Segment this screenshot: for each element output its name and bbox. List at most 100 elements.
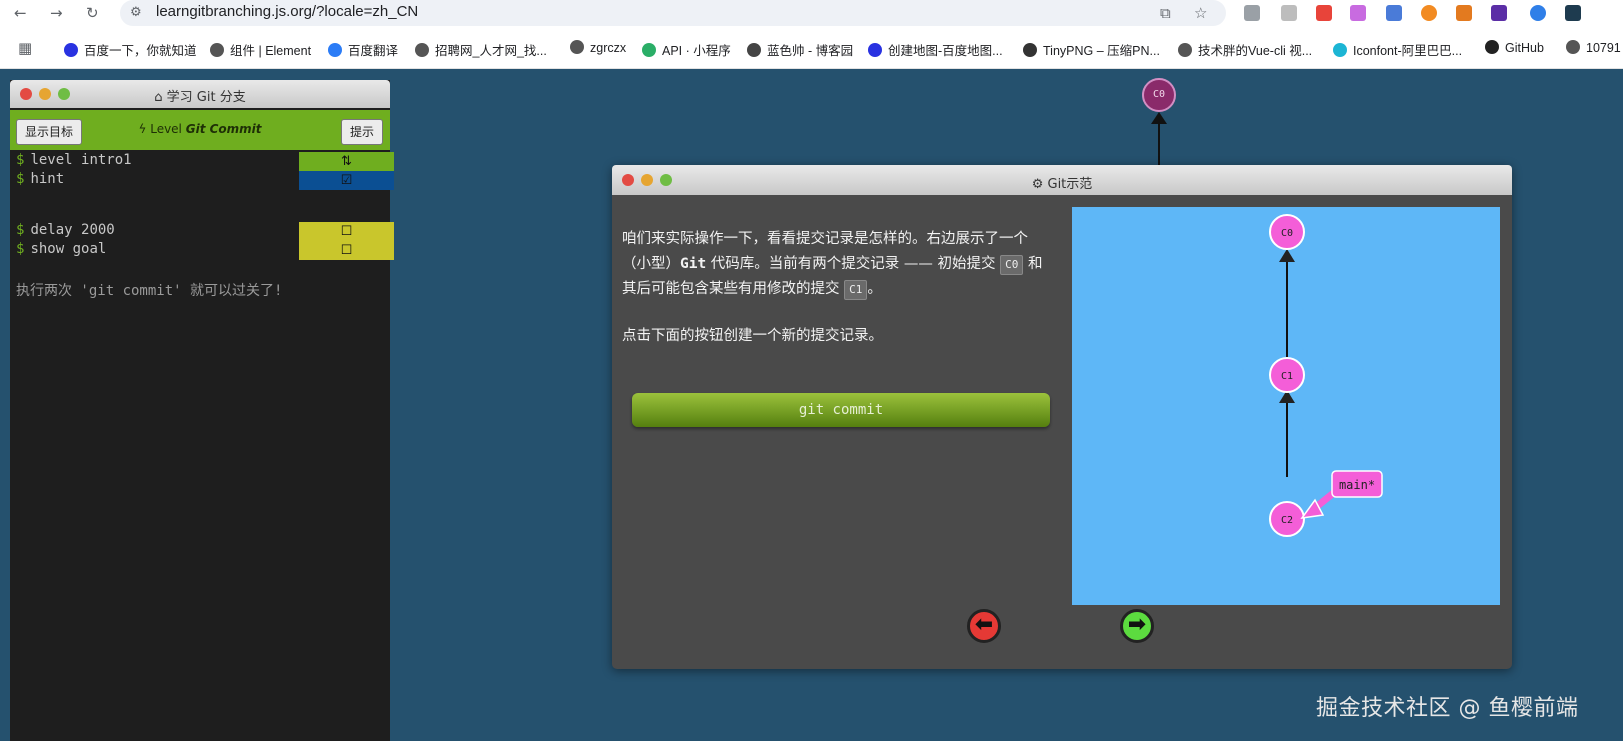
bookmark-label: 百度一下，你就知道 [84,44,197,58]
extension-blue-icon[interactable] [1530,5,1546,21]
commit-label-c0: C0 [1281,228,1293,239]
next-arrow-button[interactable]: ➡ [1120,609,1154,643]
url-text[interactable]: learngitbranching.js.org/?locale=zh_CN [156,3,418,20]
command-panel: ⌂ 学习 Git 分支 显示目标 ϟ Level Git Commit 提示 $… [10,80,394,741]
site-info-icon[interactable]: ⚙ [130,3,142,23]
command-line: $ delay 2000 [16,222,115,238]
panda-icon [1023,43,1037,57]
bookmark-item[interactable]: 百度一下，你就知道 [64,40,197,59]
bookmark-item[interactable]: TinyPNG – 压缩PN... [1023,40,1160,59]
bookmark-item[interactable]: 组件 | Element [210,40,311,59]
bookmark-label: 创建地图-百度地图... [888,44,1003,58]
command-status-box: ⇅ [299,152,394,171]
globe-icon [1178,43,1192,57]
apps-grid-icon[interactable]: ▦ [18,38,32,58]
unchecked-icon: ☐ [340,224,353,239]
bookmarks-bar: ▦ 百度一下，你就知道 组件 | Element 百度翻译 招聘网_人才网_找... z… [0,28,1623,69]
extension-fe-icon[interactable] [1316,5,1332,21]
extension-orange-icon[interactable] [1421,5,1437,21]
commit-graph-panel: C0 C1 C2 main* [1072,207,1500,605]
git-commit-button[interactable]: git commit [632,393,1050,427]
bookmark-label: 技术胖的Vue-cli 视... [1198,44,1313,58]
command-status-box: ☑ [299,171,394,190]
level-indicator: ϟ Level Git Commit [138,122,262,136]
arrow-left-icon: ⬅ [974,612,994,637]
home-icon: ⌂ [154,90,167,105]
github-icon [1485,40,1499,54]
arrow-right-icon: ➡ [1127,612,1147,637]
bookmark-item[interactable]: GitHub [1485,40,1544,55]
extension-copy-icon[interactable] [1281,5,1297,21]
bookmark-item[interactable]: 招聘网_人才网_找... [415,40,547,59]
globe-icon [1566,40,1580,54]
background-arrow-icon [1151,112,1167,124]
checked-icon: ☑ [340,173,353,188]
git-demo-modal: ⚙ Git示范 咱们来实际操作一下，看看提交记录是怎样的。右边展示了一个（小型）… [612,165,1512,669]
sidebar-titlebar: ⌂ 学习 Git 分支 [10,80,390,108]
bookmark-item[interactable]: Iconfont-阿里巴巴... [1333,40,1462,59]
bookmark-label: 蓝色帅 - 博客园 [767,44,854,58]
modal-title: ⚙ Git示范 [1031,177,1093,192]
bookmark-label: 组件 | Element [230,44,312,58]
previous-arrow-button[interactable]: ⬅ [967,609,1001,643]
hint-button[interactable]: 提示 [341,119,384,145]
extension-translate-icon[interactable] [1386,5,1402,21]
bookmark-label: 招聘网_人才网_找... [435,44,547,58]
bookmark-item[interactable]: 创建地图-百度地图... [868,40,1003,59]
bookmark-item[interactable]: zgrczx [570,40,626,55]
code-c0: C0 [1000,255,1024,275]
lightning-icon: ϟ [138,122,147,136]
demo-description: 咱们来实际操作一下，看看提交记录是怎样的。右边展示了一个（小型）Git 代码库。… [622,227,1052,349]
watermark-text: 掘金技术社区 @ 鱼樱前端 [1316,696,1579,721]
commit-label-c1: C1 [1281,371,1293,382]
bookmark-item[interactable]: 技术胖的Vue-cli 视... [1178,40,1312,59]
unchecked-icon: ☐ [340,243,353,258]
bookmark-item[interactable]: API · 小程序 [642,40,731,59]
bookmark-star-icon[interactable]: ☆ [1194,3,1207,23]
bookmark-item[interactable]: 百度翻译 [328,40,398,59]
command-feedback: 执行两次 'git commit' 就可以过关了! [16,283,283,299]
forward-icon[interactable]: → [50,3,63,23]
reload-icon[interactable]: ↻ [86,3,99,23]
globe-icon [415,43,429,57]
globe-icon [210,43,224,57]
background-commit-node: C0 [1142,78,1176,112]
extension-react-icon[interactable] [1565,5,1581,21]
bookmark-label: GitHub [1505,41,1544,55]
baidu-map-icon [868,43,882,57]
command-status-box: ☐ [299,222,394,241]
bookmark-item[interactable]: 10791 [1566,40,1621,55]
browser-url-bar: ← → ↻ ⚙ learngitbranching.js.org/?locale… [0,0,1623,28]
back-icon[interactable]: ← [14,3,27,23]
background-edge [1158,124,1160,170]
modal-titlebar: ⚙ Git示范 [612,165,1512,195]
command-status-box: ☐ [299,241,394,260]
extension-fox-icon[interactable] [1456,5,1472,21]
extension-feather-icon[interactable] [1350,5,1366,21]
translate-icon [328,43,342,57]
translate-icon[interactable]: ⧉ [1160,3,1171,23]
refresh-icon: ⇅ [341,154,352,169]
extension-v-icon[interactable] [1244,5,1260,21]
paragraph-instruction: 点击下面的按钮创建一个新的提交记录。 [622,328,883,344]
commit-label-c2: C2 [1281,515,1293,526]
globe-icon [570,40,584,54]
level-toolbar: 显示目标 ϟ Level Git Commit 提示 [10,110,390,150]
blog-icon [747,43,761,57]
gear-icon: ⚙ [1031,177,1048,192]
wechat-icon [642,43,656,57]
iconfont-icon [1333,43,1347,57]
command-line: $ level intro1 [16,152,132,168]
bookmark-label: TinyPNG – 压缩PN... [1043,44,1160,58]
branch-label-main: main* [1339,478,1375,492]
bookmark-label: Iconfont-阿里巴巴... [1353,44,1463,58]
code-c1: C1 [844,280,868,300]
command-line: $ show goal [16,241,107,257]
sidebar-title: ⌂ 学习 Git 分支 [154,90,246,105]
extension-badge-icon[interactable] [1491,5,1507,21]
bookmark-item[interactable]: 蓝色帅 - 博客园 [747,40,853,59]
bookmark-label: 百度翻译 [348,44,399,58]
bookmark-label: zgrczx [590,41,627,55]
command-line: $ hint [16,171,65,187]
arrow-head-icon [1279,249,1295,262]
